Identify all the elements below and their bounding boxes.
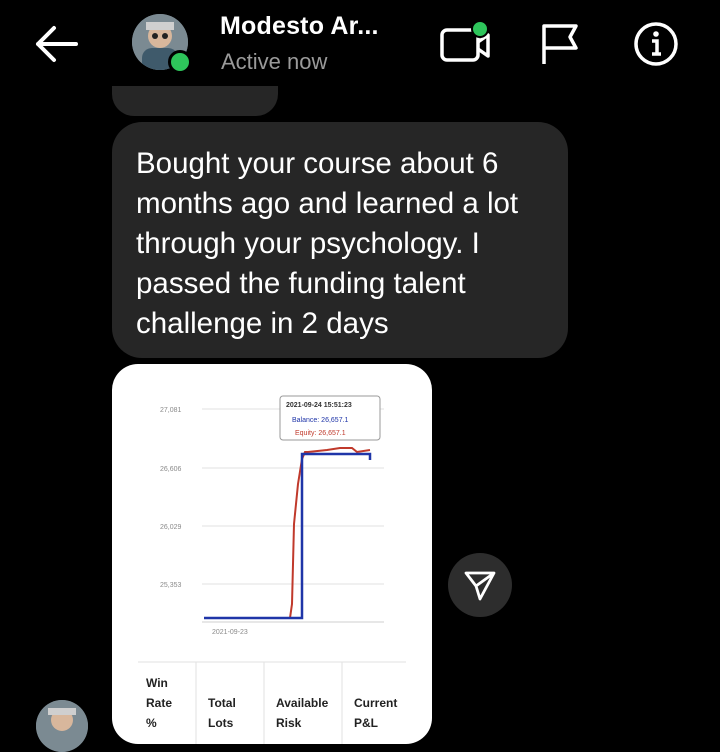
active-status: Active now	[221, 49, 328, 74]
chart-tooltip: 2021-09-24 15:51:23 Balance: 26,657.1 Eq…	[279, 395, 381, 441]
chat-header: Modesto Ar... Active now	[0, 0, 720, 96]
video-call-button[interactable]	[438, 20, 490, 68]
svg-text:Risk: Risk	[276, 716, 302, 730]
stats-table: Win Rate % Total Lots Available Risk Cur…	[138, 661, 406, 744]
video-call-icon	[440, 20, 490, 62]
message-text: Bought your course about 6 months ago an…	[136, 147, 519, 340]
y-tick-2: 26,606	[160, 466, 182, 473]
send-icon	[464, 571, 496, 601]
share-button[interactable]	[448, 553, 512, 617]
previous-message-bubble[interactable]	[112, 86, 278, 116]
svg-text:P&L: P&L	[354, 716, 378, 730]
y-tick-4: 25,353	[160, 582, 182, 589]
x-tick: 2021-09-23	[212, 629, 248, 636]
back-arrow-icon	[36, 26, 78, 62]
info-button[interactable]	[630, 20, 682, 68]
shared-image-message[interactable]: 27,081 26,606 26,029 25,353 2021-09-23 2…	[112, 364, 432, 744]
back-button[interactable]	[30, 22, 82, 66]
tooltip-balance: Balance: 26,657.1	[292, 417, 349, 424]
y-tick-3: 26,029	[160, 524, 182, 531]
flag-icon	[542, 24, 578, 64]
tooltip-time: 2021-09-24 15:51:23	[286, 402, 352, 409]
contact-avatar[interactable]	[132, 14, 192, 74]
report-button[interactable]	[536, 20, 588, 68]
info-icon	[634, 22, 678, 66]
message-bubble[interactable]: Bought your course about 6 months ago an…	[112, 122, 568, 358]
tooltip-equity: Equity: 26,657.1	[295, 430, 346, 437]
svg-text:%: %	[146, 716, 157, 730]
online-indicator	[168, 50, 192, 74]
message-sender-avatar[interactable]	[36, 700, 88, 752]
balance-chart-image: 27,081 26,606 26,029 25,353 2021-09-23 2…	[138, 395, 406, 744]
equity-line	[204, 447, 371, 619]
table-header-total-lots: Total	[208, 696, 236, 710]
y-tick-1: 27,081	[160, 407, 182, 414]
table-header-available-risk: Available	[276, 696, 329, 710]
table-header-win-rate: Win	[146, 676, 168, 690]
svg-text:Rate: Rate	[146, 696, 172, 710]
balance-line	[204, 452, 372, 620]
contact-name[interactable]: Modesto Ar...	[220, 12, 379, 41]
svg-text:Lots: Lots	[208, 716, 234, 730]
table-header-current-pnl: Current	[354, 696, 397, 710]
